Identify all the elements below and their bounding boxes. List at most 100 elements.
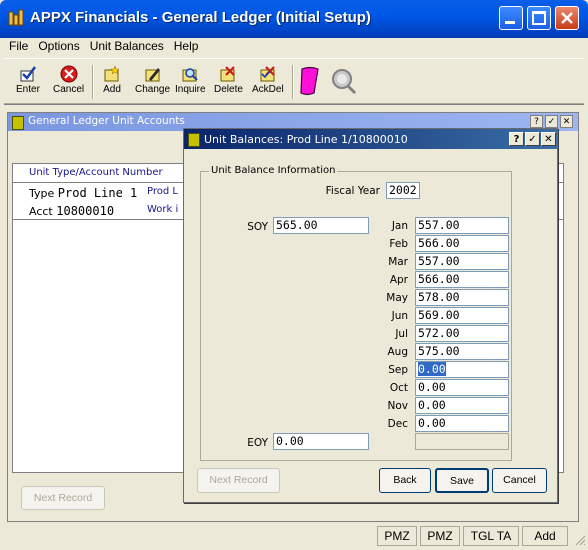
window-icon bbox=[12, 116, 24, 130]
status-mode: Add bbox=[522, 526, 568, 546]
menu-options[interactable]: Options bbox=[33, 38, 84, 54]
scroll-tool-button[interactable] bbox=[298, 66, 322, 96]
next-record-button[interactable]: Next Record bbox=[197, 468, 280, 493]
back-button[interactable]: Back bbox=[379, 468, 431, 493]
ackdel-label: AckDel bbox=[252, 84, 284, 95]
status-bar: PMZ PMZ TGL TA Add bbox=[0, 522, 588, 550]
menu-help[interactable]: Help bbox=[169, 38, 204, 54]
dialog-ok-button[interactable]: ✓ bbox=[525, 132, 540, 146]
acct-label: Acct bbox=[29, 205, 53, 218]
delete-icon bbox=[220, 66, 236, 82]
gl-help-button[interactable]: ? bbox=[530, 115, 543, 128]
enter-button[interactable]: Enter bbox=[16, 65, 40, 95]
month-jan-field[interactable]: 557.00 bbox=[415, 217, 509, 234]
app-logo-icon bbox=[8, 9, 24, 26]
month-label: Dec bbox=[387, 418, 408, 430]
soy-field[interactable]: 565.00 bbox=[273, 217, 369, 234]
menu-file[interactable]: File bbox=[4, 38, 33, 54]
status-pmz-2: PMZ bbox=[420, 526, 460, 546]
month-label: Jul bbox=[395, 328, 408, 340]
save-button[interactable]: Save bbox=[435, 468, 489, 493]
inquire-icon bbox=[182, 68, 198, 82]
month-label: Mar bbox=[388, 256, 408, 268]
month-label: Feb bbox=[389, 238, 408, 250]
month-feb-field[interactable]: 566.00 bbox=[415, 235, 509, 252]
delete-button[interactable]: Delete bbox=[214, 65, 243, 95]
dialog-titlebar: Unit Balances: Prod Line 1/10800010 ? ✓ … bbox=[184, 129, 557, 149]
dialog-close-button[interactable]: ✕ bbox=[541, 132, 556, 146]
add-label: Add bbox=[103, 84, 121, 95]
month-label: Sep bbox=[388, 364, 408, 376]
soy-label: SOY bbox=[247, 221, 268, 233]
month-label: Apr bbox=[389, 274, 408, 286]
month-sep-field[interactable]: 0.00 bbox=[415, 361, 509, 378]
cancel-label: Cancel bbox=[53, 84, 85, 95]
toolbar-separator bbox=[292, 65, 294, 99]
menu-bar: File Options Unit Balances Help bbox=[4, 38, 584, 56]
close-button[interactable] bbox=[555, 6, 579, 30]
fiscal-year-label: Fiscal Year bbox=[325, 185, 380, 197]
resize-grip-icon[interactable] bbox=[574, 534, 586, 546]
blank-field bbox=[415, 433, 509, 450]
row-desc-1: Prod L bbox=[147, 186, 178, 197]
status-pmz-1: PMZ bbox=[377, 526, 417, 546]
dialog-help-button[interactable]: ? bbox=[509, 132, 524, 146]
menu-unit-balances[interactable]: Unit Balances bbox=[85, 38, 169, 54]
search-tool-button[interactable] bbox=[330, 66, 358, 96]
month-label: May bbox=[386, 292, 408, 304]
ackdel-button[interactable]: AckDel bbox=[252, 65, 284, 95]
acct-value: 10800010 bbox=[56, 204, 115, 218]
bg-next-record-button[interactable]: Next Record bbox=[21, 486, 105, 510]
minimize-icon bbox=[505, 21, 515, 24]
month-mar-field[interactable]: 557.00 bbox=[415, 253, 509, 270]
delete-label: Delete bbox=[214, 84, 243, 95]
change-label: Change bbox=[135, 84, 171, 95]
month-label: Nov bbox=[387, 400, 409, 412]
selected-text: 0.00 bbox=[418, 362, 446, 376]
toolbar-separator bbox=[92, 65, 94, 99]
add-button[interactable]: Add bbox=[102, 65, 122, 95]
enter-icon bbox=[20, 66, 36, 82]
column-header-unit-type: Unit Type/Account Number bbox=[29, 167, 163, 178]
maximize-button[interactable] bbox=[527, 6, 551, 30]
eoy-label: EOY bbox=[247, 437, 268, 449]
month-jun-field[interactable]: 569.00 bbox=[415, 307, 509, 324]
maximize-icon bbox=[532, 11, 546, 25]
month-aug-field[interactable]: 575.00 bbox=[415, 343, 509, 360]
scroll-icon bbox=[300, 66, 319, 96]
unit-balances-dialog: Unit Balances: Prod Line 1/10800010 ? ✓ … bbox=[183, 128, 558, 503]
month-label: Aug bbox=[387, 346, 408, 358]
cancel-dialog-button[interactable]: Cancel bbox=[492, 468, 547, 493]
gl-window-title: General Ledger Unit Accounts bbox=[28, 115, 185, 127]
change-button[interactable]: Change bbox=[135, 65, 170, 95]
month-label: Jan bbox=[391, 220, 408, 232]
change-icon bbox=[145, 68, 160, 82]
inquire-label: Inquire bbox=[175, 84, 206, 95]
toolbar: Enter Cancel Add Change Inquire Delete A… bbox=[4, 58, 584, 104]
fiscal-year-field[interactable]: 2002 bbox=[386, 182, 420, 199]
cancel-icon bbox=[60, 65, 78, 83]
month-jul-field[interactable]: 572.00 bbox=[415, 325, 509, 342]
type-label: Type bbox=[29, 187, 55, 200]
eoy-field[interactable]: 0.00 bbox=[273, 433, 369, 450]
minimize-button[interactable] bbox=[499, 6, 523, 30]
month-dec-field[interactable]: 0.00 bbox=[415, 415, 509, 432]
month-oct-field[interactable]: 0.00 bbox=[415, 379, 509, 396]
month-may-field[interactable]: 578.00 bbox=[415, 289, 509, 306]
window-icon bbox=[188, 133, 200, 147]
month-nov-field[interactable]: 0.00 bbox=[415, 397, 509, 414]
row-desc-2: Work i bbox=[147, 204, 179, 215]
month-apr-field[interactable]: 566.00 bbox=[415, 271, 509, 288]
search-icon bbox=[332, 69, 357, 95]
status-tgl-ta: TGL TA bbox=[463, 526, 519, 546]
month-label: Jun bbox=[391, 310, 408, 322]
inquire-button[interactable]: Inquire bbox=[175, 65, 206, 95]
dialog-title: Unit Balances: Prod Line 1/10800010 bbox=[204, 133, 408, 146]
close-icon bbox=[561, 12, 573, 24]
cancel-button[interactable]: Cancel bbox=[53, 65, 84, 95]
window-title: APPX Financials - General Ledger (Initia… bbox=[30, 9, 371, 26]
gl-ok-button[interactable]: ✓ bbox=[545, 115, 558, 128]
gl-close-button[interactable]: ✕ bbox=[560, 115, 573, 128]
title-bar: APPX Financials - General Ledger (Initia… bbox=[0, 0, 588, 38]
ackdel-icon bbox=[260, 66, 275, 82]
